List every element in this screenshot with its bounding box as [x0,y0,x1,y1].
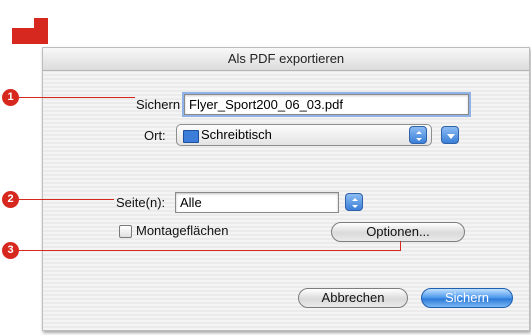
callout-line-3 [19,250,401,251]
callout-line-2 [19,199,114,200]
callout-line-3-riser [400,241,401,251]
callout-badge-3: 3 [2,242,19,259]
expand-dialog-button[interactable] [441,126,459,144]
filename-input[interactable]: Flyer_Sport200_06_03.pdf [184,94,469,115]
callout-line-1 [19,97,135,98]
pages-field[interactable]: Alle [175,192,339,213]
cancel-button[interactable]: Abbrechen [298,288,408,308]
brand-logo-icon [12,18,48,44]
save-as-label: Sichern [136,97,181,112]
folder-icon [183,130,199,143]
options-button[interactable]: Optionen... [331,222,465,242]
callout-badge-2: 2 [2,191,19,208]
pasteboard-checkbox[interactable] [119,225,132,238]
popup-arrows-icon [409,126,427,144]
pasteboard-label: Montageflächen [136,223,229,238]
pages-popup-arrows-icon[interactable] [345,193,363,211]
location-value: Schreibtisch [201,127,272,142]
save-button[interactable]: Sichern [421,288,513,308]
dialog-title: Als PDF exportieren [43,48,529,71]
export-pdf-dialog: Als PDF exportieren Sichern Flyer_Sport2… [42,47,530,331]
pages-label: Seite(n): [116,195,166,210]
location-label: Ort: [144,128,166,143]
callout-badge-1: 1 [2,89,19,106]
location-popup[interactable]: Schreibtisch [176,124,432,146]
